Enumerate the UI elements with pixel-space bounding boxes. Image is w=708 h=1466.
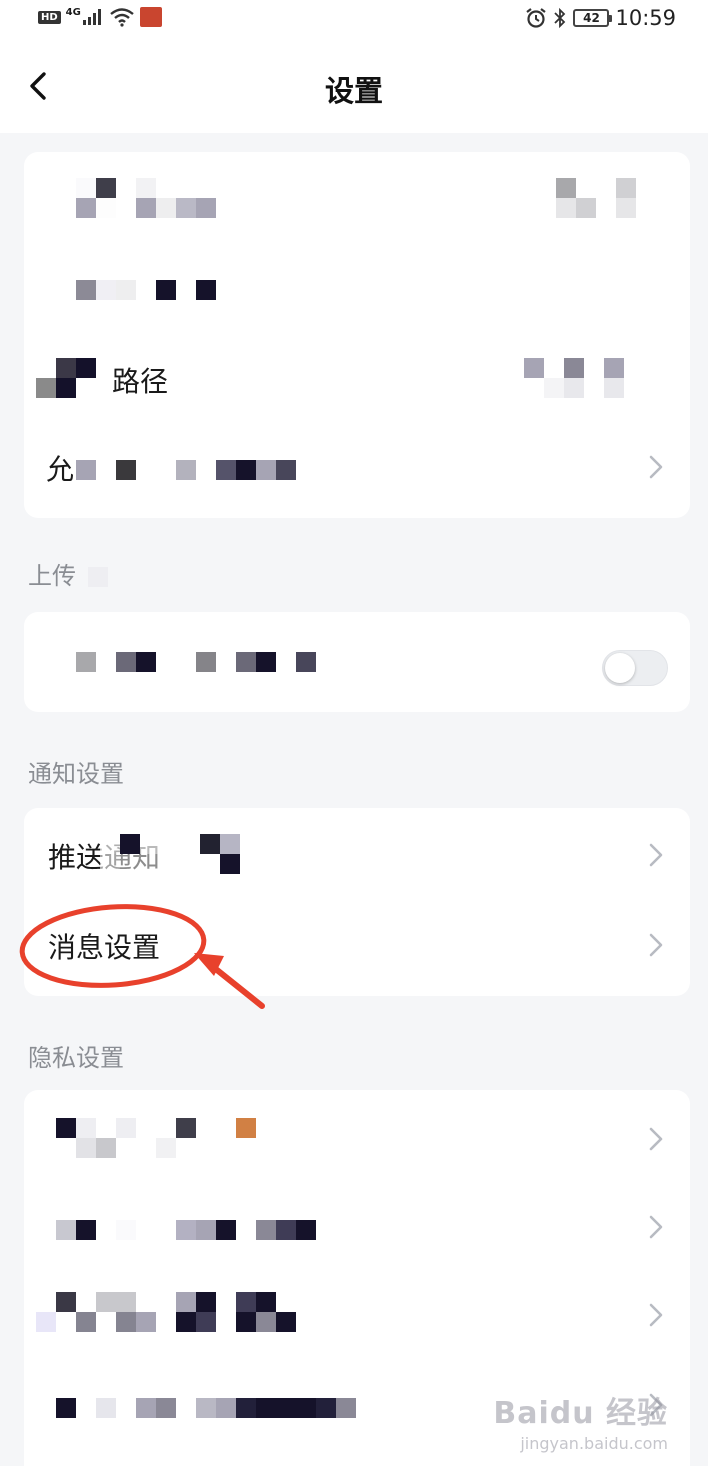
- pixelated-label: [56, 178, 236, 218]
- row-label-tail: 路径: [112, 365, 169, 398]
- status-bar: HD 4G 42 10:59: [0, 0, 708, 40]
- pixelated-label: [56, 1388, 356, 1428]
- chevron-right-icon: [649, 455, 663, 479]
- upload-toggle-row[interactable]: [24, 618, 690, 706]
- section-title-upload: 上传: [28, 556, 108, 591]
- pixelated-label: [56, 1118, 256, 1158]
- wifi-icon: [110, 8, 134, 27]
- notification-card: 推送通知 消息设置: [24, 808, 690, 996]
- chevron-right-icon: [649, 1215, 663, 1239]
- push-notification-row[interactable]: 推送通知: [24, 812, 690, 900]
- bluetooth-icon: [554, 7, 566, 29]
- general-settings-card: 路径 允: [24, 152, 690, 518]
- page-title: 设置: [324, 74, 383, 108]
- pixelated-label: [56, 1210, 356, 1250]
- pixelated-label: [36, 358, 96, 398]
- alarm-icon: [526, 8, 547, 28]
- section-title-privacy: 隐私设置: [28, 1044, 124, 1072]
- pixelated-text: [87, 567, 108, 587]
- chevron-right-icon: [649, 1127, 663, 1151]
- navigation-bar: 设置: [0, 40, 708, 133]
- hd-badge: HD: [38, 10, 61, 24]
- status-time: 10:59: [615, 6, 676, 30]
- watermark-sub: jingyan.baidu.com: [520, 1434, 668, 1453]
- pixelated-value: [536, 178, 636, 218]
- chevron-right-icon: [649, 843, 663, 867]
- settings-row-2[interactable]: [24, 244, 690, 332]
- settings-row-4[interactable]: 允: [24, 424, 690, 512]
- upload-toggle-switch[interactable]: [602, 650, 668, 686]
- pixelated-overlay: [80, 834, 240, 874]
- section-title-notify: 通知设置: [28, 760, 124, 788]
- pixelated-label: [76, 450, 316, 490]
- settings-row-1[interactable]: [24, 152, 690, 240]
- pixelated-value: [504, 358, 664, 398]
- message-settings-label: 消息设置: [48, 931, 161, 964]
- battery-icon: 42: [573, 9, 613, 27]
- signal-icon: [82, 9, 101, 25]
- watermark-main: Baidu 经验: [493, 1396, 668, 1431]
- toggle-knob: [605, 653, 635, 683]
- message-settings-row[interactable]: 消息设置: [24, 902, 690, 990]
- row-label-head: 允: [46, 453, 75, 486]
- settings-row-3[interactable]: 路径: [24, 336, 690, 424]
- pixelated-label: [36, 1292, 336, 1332]
- section-title-text: 上传: [28, 562, 76, 590]
- chevron-right-icon: [649, 1303, 663, 1327]
- baidu-watermark: Baidu 经验 jingyan.baidu.com: [493, 1388, 668, 1453]
- status-right: 42 10:59: [525, 6, 676, 30]
- privacy-row-3[interactable]: [24, 1272, 690, 1360]
- status-left: HD 4G: [38, 7, 162, 27]
- privacy-row-2[interactable]: [24, 1184, 690, 1272]
- pixelated-label: [76, 270, 256, 310]
- app-notification-icon: [139, 7, 162, 27]
- chevron-right-icon: [649, 933, 663, 957]
- upload-card: [24, 612, 690, 712]
- network-type: 4G: [65, 6, 81, 18]
- pixelated-label: [76, 642, 316, 682]
- privacy-row-1[interactable]: [24, 1096, 690, 1184]
